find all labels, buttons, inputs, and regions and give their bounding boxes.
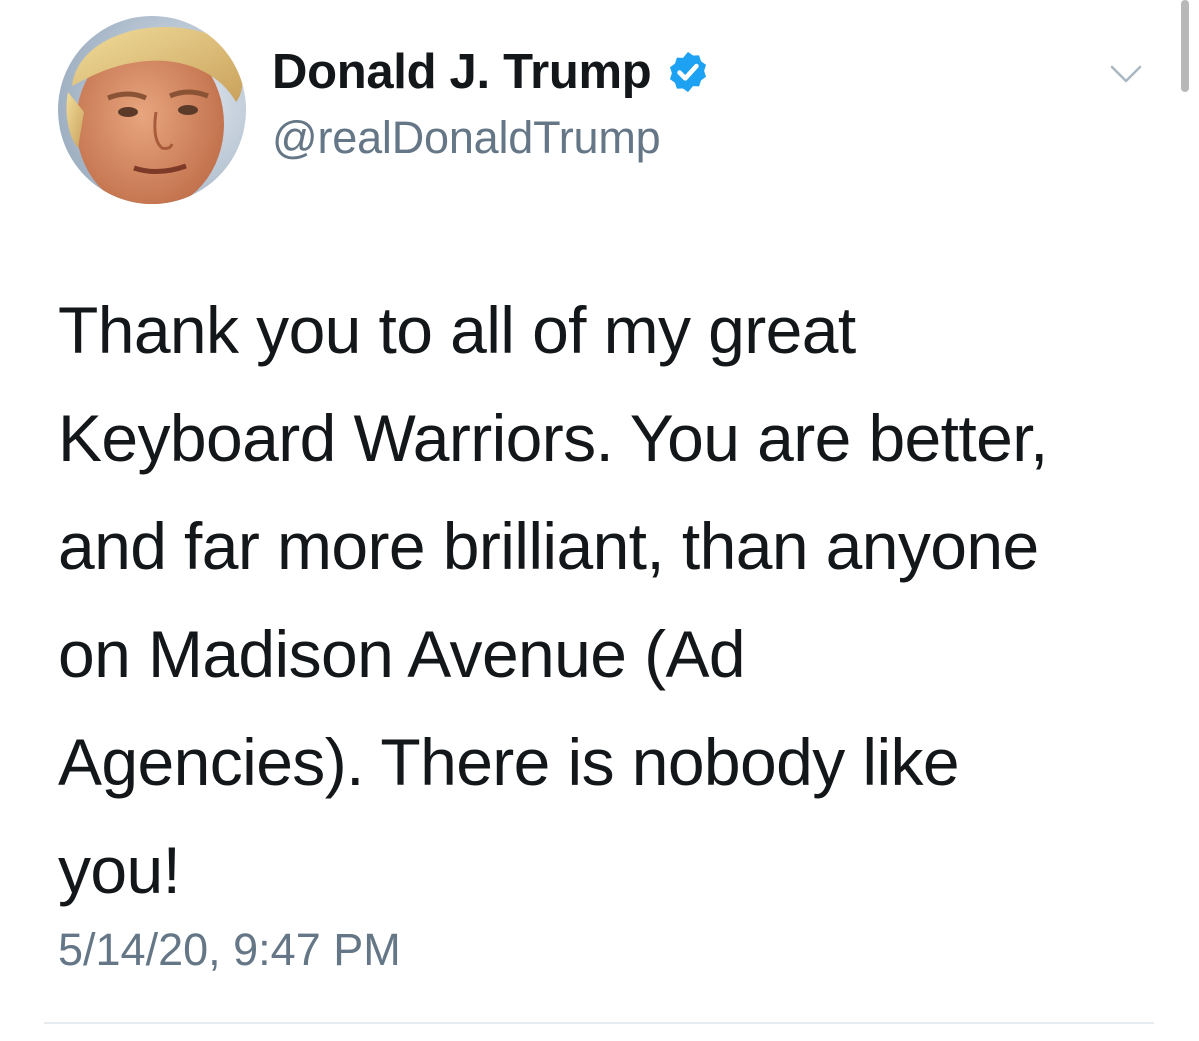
author-handle[interactable]: @realDonaldTrump xyxy=(272,112,661,164)
scrollbar[interactable] xyxy=(1181,0,1189,92)
divider xyxy=(44,1022,1154,1024)
display-name[interactable]: Donald J. Trump xyxy=(272,44,652,100)
tweet-text: Thank you to all of my great Keyboard Wa… xyxy=(58,293,1048,907)
chevron-down-icon[interactable] xyxy=(1108,62,1144,86)
profile-photo-icon xyxy=(58,16,246,204)
tweet-card: Donald J. Trump @realDonaldTrump Thank y… xyxy=(0,0,1199,1041)
author-name-row[interactable]: Donald J. Trump xyxy=(272,42,711,102)
verified-badge-icon xyxy=(670,51,707,93)
tweet-timestamp[interactable]: 5/14/20, 9:47 PM xyxy=(58,924,401,976)
avatar[interactable] xyxy=(58,16,246,204)
